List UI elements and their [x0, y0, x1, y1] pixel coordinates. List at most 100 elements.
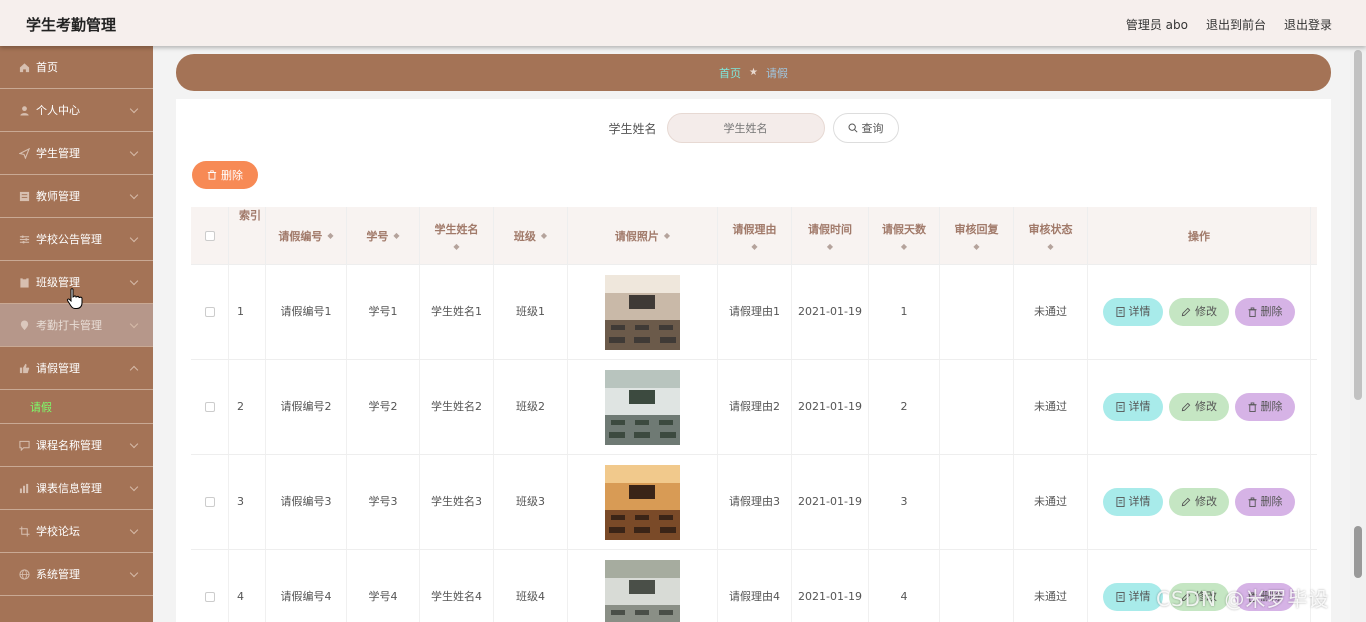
header-class[interactable]: 班级 ◆: [494, 207, 568, 264]
cell-class: 班级3: [494, 455, 568, 549]
cell-class: 班级4: [494, 550, 568, 622]
leave-table: 索引 请假编号 ◆ 学号 ◆ 学生姓名 ◆ 班级 ◆ 请假照片 ◆ 请假理由 ◆ 请假时间 ◆…: [191, 207, 1317, 622]
sidebar-item-students[interactable]: 学生管理: [0, 132, 153, 175]
sidebar-item-label: 学校公告管理: [36, 233, 102, 246]
globe-icon: [18, 568, 30, 580]
logout-link[interactable]: 退出登录: [1284, 16, 1332, 33]
detail-button[interactable]: 详情: [1103, 298, 1163, 326]
cell-student-name: 学生姓名3: [420, 455, 494, 549]
edit-button[interactable]: 修改: [1169, 298, 1229, 326]
classroom-photo[interactable]: [605, 369, 680, 445]
header-student-name[interactable]: 学生姓名 ◆: [420, 207, 494, 264]
edit-label: 修改: [1195, 305, 1217, 318]
cell-leave-no: 请假编号3: [266, 455, 347, 549]
header-status[interactable]: 审核状态 ◆: [1014, 207, 1088, 264]
cell-reply: [940, 360, 1014, 454]
sidebar-item-courses[interactable]: 课程名称管理: [0, 424, 153, 467]
row-checkbox[interactable]: [204, 497, 215, 507]
header-actions: 操作: [1088, 207, 1311, 264]
document-icon: [1115, 497, 1125, 507]
sidebar-item-label: 考勤打卡管理: [36, 319, 102, 332]
sidebar-item-teachers[interactable]: 教师管理: [0, 175, 153, 218]
pencil-icon: [1181, 402, 1191, 412]
classroom-photo[interactable]: [605, 559, 680, 622]
sidebar-item-label: 学校论坛: [36, 525, 80, 538]
trash-icon: [207, 170, 217, 180]
cell-reply: [940, 455, 1014, 549]
sort-icon: ◆: [973, 241, 980, 251]
row-checkbox[interactable]: [204, 592, 215, 602]
sidebar-item-home[interactable]: 首页: [0, 46, 153, 89]
search-button[interactable]: 查询: [832, 113, 899, 143]
header-days[interactable]: 请假天数 ◆: [869, 207, 940, 264]
detail-button[interactable]: 详情: [1103, 393, 1163, 421]
edit-button[interactable]: 修改: [1169, 488, 1229, 516]
search-icon: [848, 123, 858, 133]
sidebar: 首页 个人中心 学生管理 教师管理 学校公告管理 班级管理 考勤打卡管理 请假管…: [0, 46, 153, 622]
sidebar-item-label: 学生管理: [36, 147, 80, 160]
header-leave-no[interactable]: 请假编号 ◆: [266, 207, 347, 264]
chat-icon: [18, 439, 30, 451]
sidebar-item-system[interactable]: 系统管理: [0, 553, 153, 596]
edit-button[interactable]: 修改: [1169, 393, 1229, 421]
sidebar-item-timetable[interactable]: 课表信息管理: [0, 467, 153, 510]
cell-reason: 请假理由2: [718, 360, 792, 454]
student-name-search-input[interactable]: [666, 113, 825, 143]
vertical-scrollbar[interactable]: [1350, 46, 1366, 622]
header-time[interactable]: 请假时间 ◆: [792, 207, 869, 264]
sidebar-item-forum[interactable]: 学校论坛: [0, 510, 153, 553]
detail-label: 详情: [1128, 590, 1151, 603]
sidebar-item-label: 教师管理: [36, 190, 80, 203]
sort-icon: ◆: [826, 241, 834, 251]
cell-index: 1: [229, 265, 266, 359]
batch-delete-button[interactable]: 删除: [192, 161, 258, 189]
scrollbar-thumb-inner[interactable]: [1354, 526, 1362, 578]
cell-index: 3: [229, 455, 266, 549]
chevron-down-icon: [129, 319, 139, 329]
row-checkbox[interactable]: [204, 402, 215, 412]
search-bar: 学生姓名 查询: [176, 113, 1331, 143]
detail-button[interactable]: 详情: [1103, 583, 1163, 611]
cell-leave-no: 请假编号2: [266, 360, 347, 454]
header-label: 请假照片: [614, 229, 659, 243]
breadcrumb-home[interactable]: 首页: [719, 65, 741, 81]
cell-time: 2021-01-19: [792, 455, 869, 549]
cell-photo: [568, 550, 718, 622]
sidebar-item-leave[interactable]: 请假管理: [0, 347, 153, 390]
table-row: 3 请假编号3 学号3 学生姓名3 班级3 请假理由3 2021-01-19 3 未通过 详情 修改…: [191, 455, 1317, 550]
classroom-photo[interactable]: [605, 274, 680, 350]
detail-label: 详情: [1128, 495, 1151, 508]
header-reason[interactable]: 请假理由 ◆: [718, 207, 792, 264]
sidebar-subitem-leave[interactable]: 请假: [0, 390, 153, 424]
sidebar-item-attendance[interactable]: 考勤打卡管理: [0, 304, 153, 347]
header-reply[interactable]: 审核回复 ◆: [940, 207, 1014, 264]
exit-to-front-link[interactable]: 退出到前台: [1206, 16, 1266, 33]
sort-icon: ◆: [453, 241, 460, 251]
chart-icon: [18, 482, 30, 494]
delete-button[interactable]: 删除: [1235, 298, 1295, 326]
cell-index: 4: [229, 550, 266, 622]
delete-button[interactable]: 删除: [1235, 393, 1295, 421]
sidebar-item-label: 系统管理: [36, 568, 80, 581]
row-checkbox[interactable]: [204, 307, 215, 317]
sliders-icon: [18, 233, 30, 245]
delete-button[interactable]: 删除: [1235, 488, 1295, 516]
search-label: 学生姓名: [608, 121, 657, 136]
cell-status: 未通过: [1014, 265, 1088, 359]
select-all-checkbox[interactable]: [204, 230, 215, 241]
scrollbar-thumb[interactable]: [1354, 50, 1362, 400]
delete-label: 删除: [1260, 495, 1283, 508]
cell-reason: 请假理由3: [718, 455, 792, 549]
sidebar-item-notices[interactable]: 学校公告管理: [0, 218, 153, 261]
cell-student-id: 学号3: [347, 455, 420, 549]
content-panel: 学生姓名 查询 删除 索引 请假编号 ◆ 学号 ◆ 学生姓名 ◆ 班级 ◆ 请假照片 ◆ …: [176, 99, 1331, 622]
detail-button[interactable]: 详情: [1103, 488, 1163, 516]
chevron-down-icon: [129, 233, 139, 243]
classroom-photo[interactable]: [605, 464, 680, 540]
sidebar-item-profile[interactable]: 个人中心: [0, 89, 153, 132]
clipboard-icon: [18, 276, 30, 288]
header-photo[interactable]: 请假照片 ◆: [568, 207, 718, 264]
chevron-down-icon: [129, 525, 139, 535]
chevron-down-icon: [129, 568, 139, 578]
header-student-id[interactable]: 学号 ◆: [347, 207, 420, 264]
